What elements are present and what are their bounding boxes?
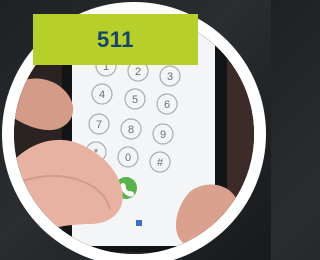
key-label: 9 [160,129,166,141]
title-banner: 511 [33,14,198,65]
key-label: 3 [167,71,173,83]
key-label: # [157,157,164,169]
key-label: 2 [135,66,141,78]
key-label: 0 [125,152,131,164]
key-label: 7 [96,119,102,131]
key-label: 8 [128,124,134,136]
keypad-tab-icon[interactable] [136,220,142,226]
banner-title: 511 [97,26,134,52]
key-label: 6 [164,99,170,111]
key-label: 4 [99,89,105,101]
key-label: 5 [132,94,138,106]
